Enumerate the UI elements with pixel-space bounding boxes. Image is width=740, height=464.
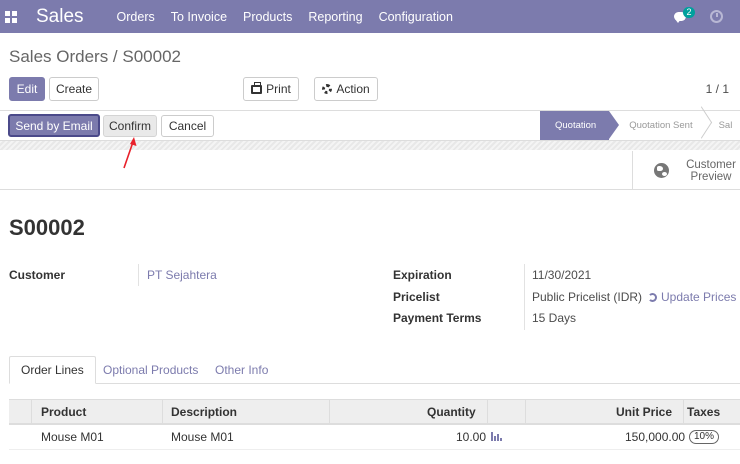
row-unit-price[interactable]: 150,000.00 <box>625 430 685 444</box>
order-lines-header: Product Description Quantity Unit Price … <box>9 399 740 425</box>
column-separator <box>683 400 684 424</box>
menu-to-invoice[interactable]: To Invoice <box>171 10 227 24</box>
stage-quotation-sent[interactable]: Quotation Sent <box>609 111 704 140</box>
row-description[interactable]: Mouse M01 <box>171 430 234 444</box>
apps-menu-icon[interactable] <box>5 10 17 23</box>
column-separator <box>31 400 32 424</box>
tab-order-lines[interactable]: Order Lines <box>9 356 96 384</box>
field-separator <box>138 264 139 286</box>
refresh-icon[interactable] <box>648 293 658 302</box>
expiration-label: Expiration <box>393 268 452 282</box>
payment-terms-label: Payment Terms <box>393 311 482 325</box>
row-quantity[interactable]: 10.00 <box>456 430 486 444</box>
app-name[interactable]: Sales <box>36 6 84 28</box>
customer-preview-label: Customer Preview <box>686 158 736 183</box>
update-prices-link[interactable]: Update Prices <box>661 290 736 304</box>
menu-reporting[interactable]: Reporting <box>308 10 362 24</box>
field-separator <box>524 264 525 330</box>
chat-count-badge: 2 <box>683 6 695 18</box>
send-by-email-button[interactable]: Send by Email <box>8 114 100 137</box>
order-name: S00002 <box>9 215 85 240</box>
column-product[interactable]: Product <box>41 405 86 419</box>
chat-icon[interactable]: 2 <box>674 6 695 24</box>
top-navbar: Sales Orders To Invoice Products Reporti… <box>0 0 740 33</box>
pricelist-row: Public Pricelist (IDR) Update Prices <box>532 290 736 304</box>
payment-terms-value: 15 Days <box>532 311 577 325</box>
tab-optional-products[interactable]: Optional Products <box>103 356 198 384</box>
activity-clock-icon[interactable] <box>710 10 723 23</box>
cancel-button[interactable]: Cancel <box>161 115 214 137</box>
globe-icon <box>654 163 669 178</box>
stage-quotation: Quotation <box>540 111 620 140</box>
forecast-chart-icon[interactable] <box>491 432 503 441</box>
print-label: Print <box>266 82 291 96</box>
pricelist-label: Pricelist <box>393 290 440 304</box>
column-separator <box>525 400 526 424</box>
customer-label: Customer <box>9 268 66 282</box>
column-taxes[interactable]: Taxes <box>687 405 720 419</box>
breadcrumb[interactable]: Sales Orders / S00002 <box>9 47 181 67</box>
button-box <box>0 150 740 190</box>
sheet-background <box>0 141 740 150</box>
row-product[interactable]: Mouse M01 <box>41 430 104 444</box>
row-divider <box>9 449 740 450</box>
column-unit-price[interactable]: Unit Price <box>616 405 672 419</box>
action-button[interactable]: Action <box>314 77 378 101</box>
print-button[interactable]: Print <box>243 77 299 101</box>
customer-link[interactable]: PT Sejahtera <box>147 268 217 282</box>
status-pipeline: Quotation Quotation Sent Sal <box>540 111 740 140</box>
pager[interactable]: 1 / 1 <box>706 82 729 96</box>
column-separator <box>487 400 488 424</box>
print-icon <box>251 81 263 94</box>
menu-products[interactable]: Products <box>243 10 292 24</box>
row-tax-badge[interactable]: 10% <box>689 430 720 444</box>
stage-sales-order[interactable]: Sal <box>705 111 733 140</box>
expiration-value: 11/30/2021 <box>532 268 592 282</box>
menu-configuration[interactable]: Configuration <box>379 10 453 24</box>
customer-preview-button[interactable]: Customer Preview <box>632 151 740 190</box>
tab-other-info[interactable]: Other Info <box>215 356 268 384</box>
gear-icon <box>322 84 333 94</box>
column-separator <box>162 400 163 424</box>
create-button[interactable]: Create <box>49 77 99 101</box>
column-separator <box>329 400 330 424</box>
menu-orders[interactable]: Orders <box>117 10 155 24</box>
column-quantity[interactable]: Quantity <box>427 405 476 419</box>
action-label: Action <box>336 82 370 96</box>
column-description[interactable]: Description <box>171 405 237 419</box>
edit-button[interactable]: Edit <box>9 77 45 101</box>
confirm-button[interactable]: Confirm <box>103 115 157 137</box>
pricelist-value: Public Pricelist (IDR) <box>532 290 643 304</box>
annotation-arrow-icon <box>123 137 137 169</box>
